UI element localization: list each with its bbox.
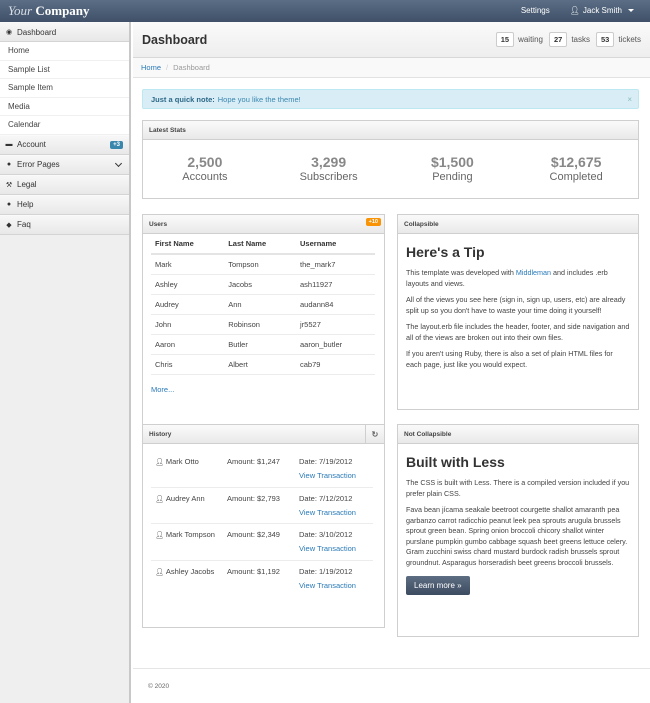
tip-paragraph: If you aren't using Ruby, there is also … (406, 349, 613, 369)
tip-paragraph: This template was developed with Middlem… (406, 268, 608, 288)
middleman-link[interactable]: Middleman (516, 268, 551, 277)
less-body: Built with Less The CSS is built with Le… (398, 444, 638, 603)
user-icon: 👤︎ (155, 495, 164, 503)
info-alert: Just a quick note: Hope you like the the… (142, 89, 639, 109)
footer-copyright: © 2020 (148, 683, 170, 690)
less-paragraph: Fava bean jícama seakale beetroot courge… (406, 505, 628, 567)
user-icon: 👤︎ (155, 532, 164, 539)
stat-waiting[interactable]: 15 waiting (495, 32, 543, 47)
settings-link[interactable]: Settings (521, 6, 550, 15)
view-transaction-link[interactable]: View Transaction (299, 544, 373, 553)
view-transaction-link[interactable]: View Transaction (299, 508, 373, 517)
breadcrumb-home[interactable]: Home (141, 63, 161, 72)
stat-subscribers: 3,299 Subscribers (299, 154, 358, 183)
alert-text: Hope you like the theme! (217, 94, 301, 104)
breadcrumb: Home / Dashboard (133, 58, 650, 78)
sidebar-item-home[interactable]: Home (0, 42, 129, 61)
user-icon: 👤︎ (155, 568, 164, 576)
stat-tickets[interactable]: 53 tickets (595, 32, 641, 47)
users-header: Users +10 (143, 215, 384, 234)
more-users-link[interactable]: More... (151, 385, 384, 394)
list-item: 👤︎ Ashley Jacobs Amount: $1,192 Date: 1/1… (151, 561, 373, 598)
refresh-icon[interactable]: ↻ (365, 425, 384, 444)
less-paragraph: The CSS is built with Less. There is a c… (406, 478, 630, 498)
user-icon: 👤︎ (569, 6, 580, 15)
sidebar: ◉ Dashboard Home Sample List Sample Item… (0, 22, 131, 703)
sidebar-item-help[interactable]: ● Help (0, 194, 129, 215)
sidebar-item-dashboard[interactable]: ◉ Dashboard (0, 22, 129, 42)
table-row[interactable]: Audrey Ann audann84 (151, 294, 375, 315)
users-box: Users +10 First Name Last Name Username … (142, 214, 385, 432)
gavel-icon: ⚒ (5, 181, 13, 189)
comment-icon: ◆ (6, 221, 12, 229)
warning-icon: ● (6, 161, 12, 168)
column-header: First Name (151, 234, 225, 255)
question-icon: ● (6, 201, 12, 208)
stat-pending: $1,500 Pending (430, 154, 474, 183)
page-header: Dashboard 15 waiting 27 tasks 53 tickets (133, 22, 650, 58)
history-header: History ↻ (143, 425, 384, 444)
view-transaction-link[interactable]: View Transaction (299, 581, 373, 590)
stats-row: 2,500 Accounts 3,299 Subscribers $1,500 … (143, 140, 638, 197)
dashboard-icon: ◉ (5, 29, 13, 36)
briefcase-icon: ▬ (5, 141, 13, 148)
user-icon: 👤︎ (155, 459, 164, 466)
sidebar-item-faq[interactable]: ◆ Faq (0, 214, 129, 235)
user-menu[interactable]: 👤︎ Jack Smith (570, 6, 634, 15)
less-title: Built with Less (406, 454, 505, 470)
header-stats: 15 waiting 27 tasks 53 tickets (495, 32, 641, 47)
users-badge: +10 (365, 218, 381, 226)
account-badge: +3 (110, 140, 123, 149)
footer-divider (133, 668, 650, 669)
sidebar-item-sample-list[interactable]: Sample List (0, 60, 129, 79)
list-item: 👤︎ Mark Otto Amount: $1,247 Date: 7/19/20… (151, 451, 373, 488)
less-box: Not Collapsible Built with Less The CSS … (397, 424, 639, 637)
breadcrumb-separator: / (166, 63, 169, 72)
column-header: Last Name (224, 234, 297, 255)
tip-body: Here's a Tip This template was developed… (398, 234, 638, 384)
stat-accounts: 2,500 Accounts (182, 154, 228, 183)
table-row[interactable]: Aaron Butler aaron_butler (151, 334, 375, 355)
sidebar-item-legal[interactable]: ⚒ Legal (0, 174, 129, 195)
tip-paragraph: All of the views you see here (sign in, … (406, 295, 626, 315)
stat-tasks[interactable]: 27 tasks (548, 32, 590, 47)
stat-completed: $12,675 Completed (549, 154, 603, 183)
table-header-row: First Name Last Name Username (151, 234, 375, 255)
top-navbar: Your Company Settings 👤︎ Jack Smith (0, 0, 650, 22)
list-item: 👤︎ Audrey Ann Amount: $2,793 Date: 7/12/2… (151, 488, 373, 524)
sidebar-item-media[interactable]: Media (0, 97, 129, 116)
tip-title: Here's a Tip (406, 244, 485, 260)
chevron-down-icon (114, 159, 123, 167)
tip-paragraph: The layout.erb file includes the header,… (406, 322, 630, 342)
list-item: 👤︎ Mark Tompson Amount: $2,349 Date: 3/10… (151, 524, 373, 561)
user-name: Jack Smith (582, 6, 622, 15)
brand-logo[interactable]: Your Company (8, 3, 90, 19)
sidebar-item-sample-item[interactable]: Sample Item (0, 79, 129, 98)
top-nav: Settings 👤︎ Jack Smith (521, 6, 634, 15)
learn-more-button[interactable]: Learn more » (406, 576, 470, 595)
main-content: Dashboard 15 waiting 27 tasks 53 tickets… (133, 22, 650, 703)
table-row[interactable]: Chris Albert cab79 (151, 354, 375, 375)
page-title: Dashboard (142, 33, 208, 47)
table-row[interactable]: John Robinson jr5527 (151, 314, 375, 335)
column-header: Username (296, 234, 375, 255)
not-collapsible-header: Not Collapsible (398, 425, 638, 444)
collapsible-header[interactable]: Collapsible (398, 215, 638, 234)
caret-down-icon (628, 9, 634, 12)
latest-stats-box: Latest Stats 2,500 Accounts 3,299 Subscr… (142, 120, 639, 199)
latest-stats-header: Latest Stats (143, 121, 638, 140)
sidebar-item-error-pages[interactable]: ● Error Pages (0, 154, 129, 175)
close-icon[interactable]: × (627, 95, 632, 104)
alert-strong: Just a quick note: (151, 94, 215, 104)
tip-box: Collapsible Here's a Tip This template w… (397, 214, 639, 410)
table-row[interactable]: Mark Tompson the_mark7 (151, 254, 375, 275)
sidebar-item-calendar[interactable]: Calendar (0, 116, 129, 135)
breadcrumb-current: Dashboard (173, 63, 210, 72)
sidebar-item-account[interactable]: ▬ Account +3 (0, 134, 129, 155)
view-transaction-link[interactable]: View Transaction (299, 471, 373, 480)
history-box: History ↻ 👤︎ Mark Otto Amount: $1,247 Dat… (142, 424, 385, 628)
users-table: First Name Last Name Username Mark Tomps… (151, 234, 375, 375)
table-row[interactable]: Ashley Jacobs ash11927 (151, 274, 375, 295)
